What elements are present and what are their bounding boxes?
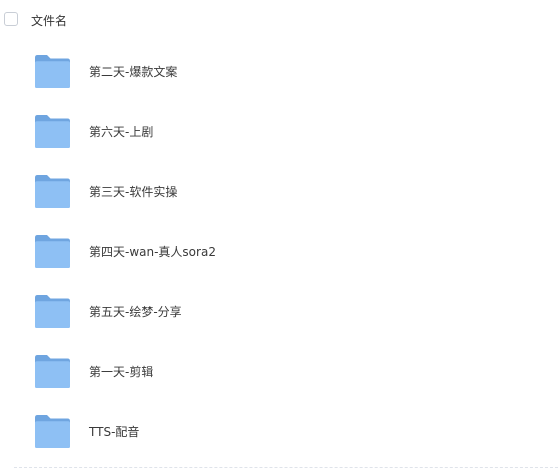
list-item[interactable]: 第一天-剪辑 [0, 344, 558, 404]
folder-icon [35, 235, 70, 268]
folder-icon [35, 175, 70, 208]
file-name[interactable]: 第四天-wan-真人sora2 [89, 244, 216, 260]
file-name[interactable]: TTS-配音 [89, 424, 139, 440]
folder-icon [35, 115, 70, 148]
list-item[interactable]: 第二天-爆款文案 [0, 44, 558, 104]
list-bottom-divider [14, 467, 558, 468]
select-all-checkbox[interactable] [4, 12, 18, 26]
filename-column-header[interactable]: 文件名 [31, 13, 67, 29]
list-item[interactable]: 第三天-软件实操 [0, 164, 558, 224]
file-name[interactable]: 第二天-爆款文案 [89, 64, 177, 80]
list-item[interactable]: 第四天-wan-真人sora2 [0, 224, 558, 284]
list-item[interactable]: TTS-配音 [0, 404, 558, 464]
file-name[interactable]: 第一天-剪辑 [89, 364, 153, 380]
file-name[interactable]: 第六天-上剧 [89, 124, 153, 140]
list-item[interactable]: 第六天-上剧 [0, 104, 558, 164]
file-name[interactable]: 第五天-绘梦-分享 [89, 304, 182, 320]
folder-icon [35, 415, 70, 448]
list-item[interactable]: 第五天-绘梦-分享 [0, 284, 558, 344]
folder-icon [35, 295, 70, 328]
file-name[interactable]: 第三天-软件实操 [89, 184, 177, 200]
folder-icon [35, 55, 70, 88]
folder-icon [35, 355, 70, 388]
file-browser: 文件名 第二天-爆款文案 第六天-上剧 第三天-软件实操 第四天-wan-真人s… [0, 0, 558, 474]
list-header: 文件名 [0, 0, 558, 44]
